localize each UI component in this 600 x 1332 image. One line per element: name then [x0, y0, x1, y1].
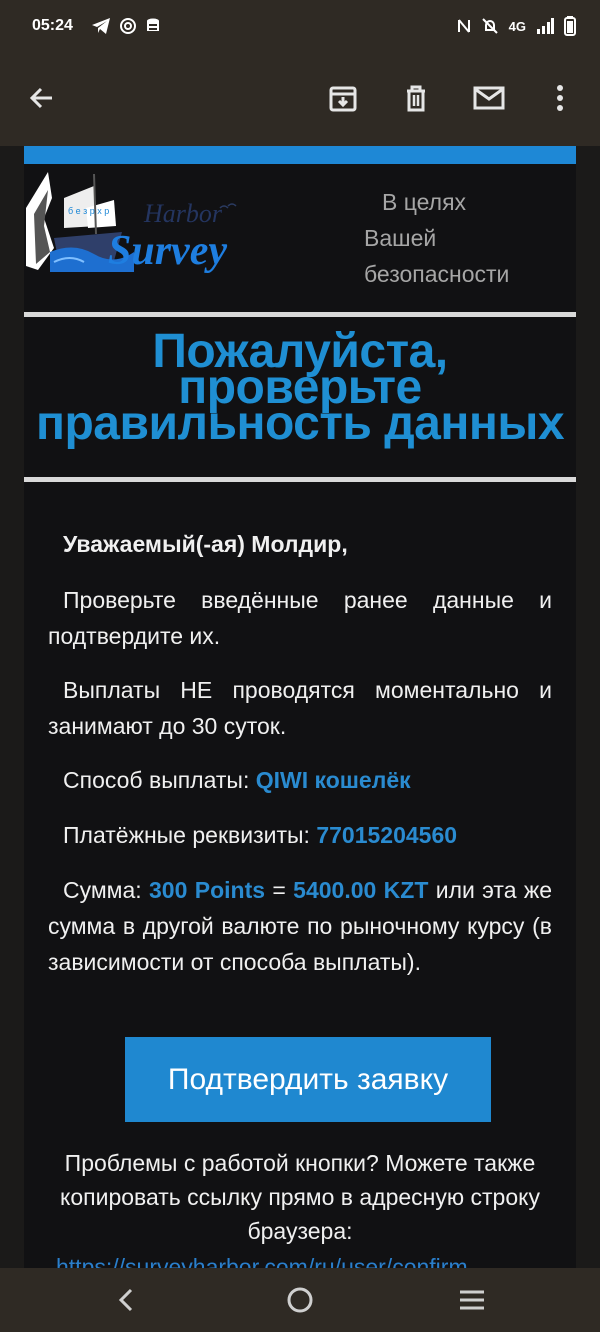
more-vert-icon[interactable]: [542, 80, 578, 116]
payment-details-value: 77015204560: [316, 822, 458, 848]
confirm-link[interactable]: https://surveyharbor.com/ru/user/confirm: [56, 1254, 576, 1268]
sum-label: Сумма:: [63, 877, 150, 903]
logo-word-survey: Survey: [108, 228, 227, 274]
sum-points: 300 Points: [149, 877, 266, 903]
payout-method-label: Способ выплаты:: [63, 767, 256, 793]
headline: Пожалуйста, проверьте правильность данны…: [24, 328, 576, 450]
status-bar: 05:24 4G: [0, 0, 600, 52]
logo-word-harbor: Harbor: [143, 199, 223, 228]
logo-sail-text: б е з р х р: [68, 206, 109, 216]
network-type: 4G: [508, 18, 526, 34]
paragraph-payout-time: Выплаты НЕ проводятся моментально и зани…: [48, 677, 552, 739]
notifications-off-icon: [481, 18, 498, 34]
telegram-icon: [91, 18, 110, 34]
status-notification-icons: [91, 17, 163, 35]
battery-icon: [564, 16, 576, 36]
signal-icon: [537, 18, 554, 34]
delete-icon[interactable]: [398, 80, 434, 116]
email-card: б е з р х р Harbor Survey В целях Вашей …: [24, 146, 576, 1268]
nav-home-icon[interactable]: [282, 1282, 318, 1318]
status-system-icons: 4G: [457, 16, 576, 36]
archive-icon[interactable]: [325, 80, 361, 116]
payment-details-label: Платёжные реквизиты:: [63, 822, 317, 848]
payment-details-row: Платёжные реквизиты: 77015204560: [48, 817, 552, 853]
sum-kzt: 5400.00 KZT: [293, 877, 429, 903]
payout-method-row: Способ выплаты: QIWI кошелёк: [48, 762, 552, 798]
nav-back-icon[interactable]: [108, 1282, 144, 1318]
survey-harbor-logo: б е з р х р Harbor Survey: [24, 168, 254, 278]
back-arrow-icon[interactable]: [24, 80, 60, 116]
security-line-2: Вашей: [364, 225, 437, 251]
email-toolbar: [0, 52, 600, 146]
sum-paragraph: Сумма: 300 Points = 5400.00 KZT или эта …: [48, 872, 552, 980]
button-help-text: Проблемы с работой кнопки? Можете также …: [60, 1150, 540, 1244]
nfc-icon: [457, 19, 470, 33]
confirm-request-button[interactable]: Подтвердить заявку: [125, 1037, 491, 1122]
headline-line-3: правильность данных: [35, 397, 565, 450]
header-accent-bar: [24, 146, 576, 164]
email-body: б е з р х р Harbor Survey В целях Вашей …: [0, 146, 600, 1268]
security-line-1: В целях: [382, 189, 467, 215]
nav-recents-icon[interactable]: [454, 1282, 490, 1318]
divider-top: [24, 312, 576, 317]
system-navigation-bar: [0, 1268, 600, 1332]
sum-equals: =: [265, 877, 294, 903]
security-line-3: безопасности: [364, 261, 510, 287]
status-time: 05:24: [32, 17, 73, 34]
divider-bottom: [24, 477, 576, 482]
at-icon: [119, 18, 136, 34]
paragraph-verify: Проверьте введённые ранее данные и подтв…: [48, 587, 552, 649]
data-saver-icon: [146, 18, 159, 31]
greeting: Уважаемый(-ая) Молдир,: [63, 531, 348, 557]
security-note: В целях Вашей безопасности: [364, 184, 554, 292]
mark-unread-icon[interactable]: [471, 80, 507, 116]
payout-method-value: QIWI кошелёк: [255, 767, 411, 793]
